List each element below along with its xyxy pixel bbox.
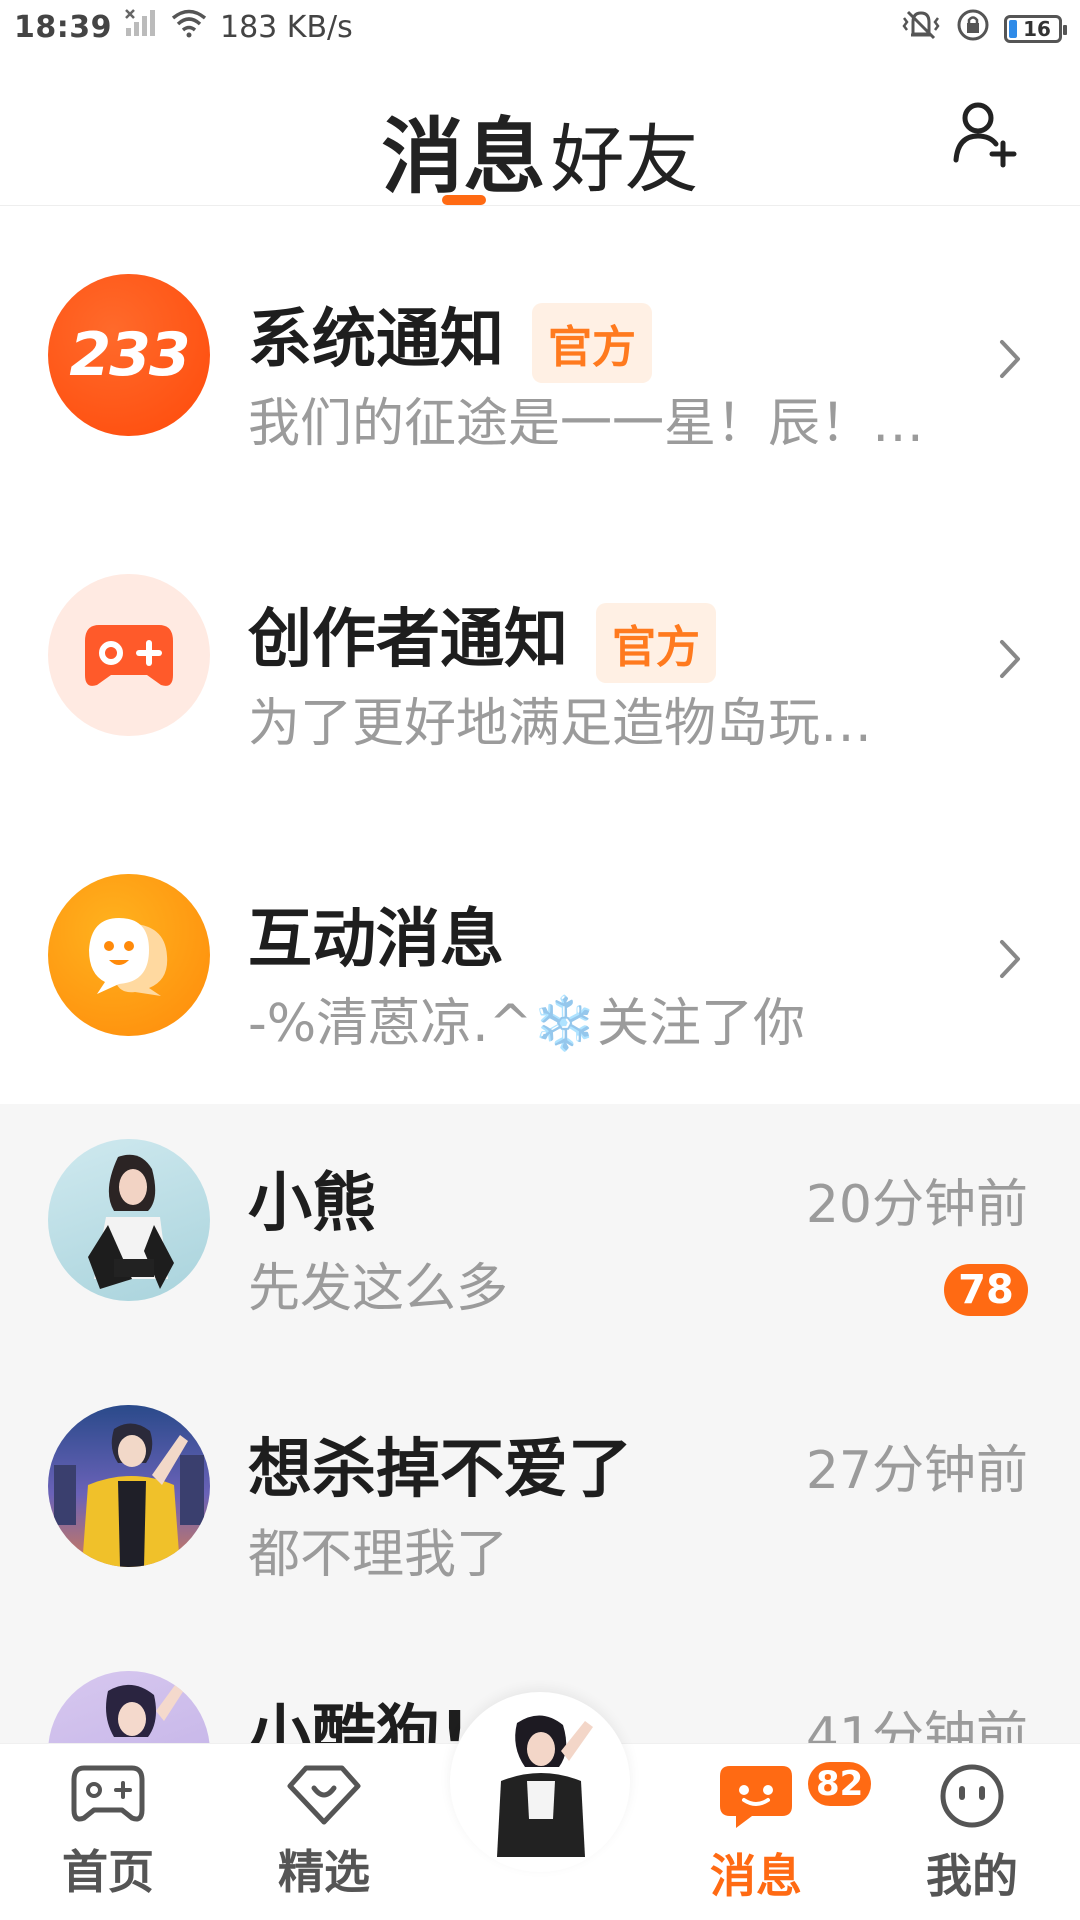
chat-time: 20分钟前 xyxy=(805,1175,1028,1235)
item-title: 系统通知 官方 xyxy=(248,288,652,384)
chevron-right-icon xyxy=(1000,340,1020,378)
tab-bar: 消息 好友 xyxy=(0,90,1080,209)
status-right: 16 xyxy=(900,8,1067,50)
avatar-figure xyxy=(88,1154,174,1289)
item-title-text: 创作者通知 xyxy=(248,603,568,677)
nav-profile[interactable]: 我的 xyxy=(892,1762,1052,1906)
nav-messages-badge: 82 xyxy=(808,1762,872,1806)
bottom-nav: 首页 精选 82 消息 我的 xyxy=(0,1692,1080,1920)
creator-avatar xyxy=(48,574,210,736)
logo-233: 233 xyxy=(48,274,210,436)
avatar-figure xyxy=(54,1423,204,1567)
heart-diamond-icon xyxy=(287,1765,361,1825)
logo-233-text: 233 xyxy=(69,320,190,390)
avatar xyxy=(48,1405,210,1567)
chat-last-message: 先发这么多 xyxy=(248,1259,509,1319)
message-list: 233 系统通知官方 我们的征途是一一星！辰！… 创作者通知官方 为了更好地 xyxy=(0,206,1080,1902)
item-title: 创作者通知 官方 xyxy=(248,588,716,684)
message-icon xyxy=(720,1766,792,1828)
item-title: 互动消息 xyxy=(248,903,504,977)
nav-center-avatar[interactable] xyxy=(450,1692,630,1872)
smile-chat-icon xyxy=(89,918,168,996)
avatar xyxy=(48,1139,210,1301)
face-icon xyxy=(940,1764,1004,1828)
tab-friends[interactable]: 好友 xyxy=(551,100,699,207)
nav-messages[interactable]: 82 消息 xyxy=(676,1762,872,1906)
nav-home-label: 首页 xyxy=(62,1845,154,1899)
status-bar: 18:39 183 KB/s 16 xyxy=(0,0,1080,56)
nav-featured[interactable]: 精选 xyxy=(244,1762,404,1902)
item-subtitle: 我们的征途是一一星！辰！… xyxy=(248,394,925,454)
nav-home[interactable]: 首页 xyxy=(28,1762,188,1902)
add-friend-button[interactable] xyxy=(950,98,1020,168)
wifi-icon xyxy=(170,8,208,46)
battery-indicator: 16 xyxy=(1004,15,1067,43)
nav-featured-label: 精选 xyxy=(278,1845,370,1899)
signal-icon xyxy=(124,8,158,46)
gamepad-icon xyxy=(71,1765,145,1822)
avatar xyxy=(497,1715,593,1857)
nav-messages-label: 消息 xyxy=(710,1849,802,1903)
chat-item[interactable]: 想杀掉不爱了 都不理我了 27分钟前 xyxy=(0,1370,1080,1636)
list-item-creator-notice[interactable]: 创作者通知 官方 为了更好地满足造物岛玩… xyxy=(0,506,1080,806)
tab-messages[interactable]: 消息 xyxy=(381,90,545,209)
nav-profile-label: 我的 xyxy=(926,1849,1018,1903)
chat-time: 27分钟前 xyxy=(805,1441,1028,1501)
chat-last-message: 都不理我了 xyxy=(248,1525,509,1585)
unread-count-badge: 78 xyxy=(944,1264,1028,1316)
header: 消息 好友 xyxy=(0,60,1080,206)
chat-name: 小熊 xyxy=(248,1167,376,1241)
chat-name: 想杀掉不爱了 xyxy=(248,1433,632,1507)
add-person-icon xyxy=(953,102,1017,168)
battery-level: 16 xyxy=(1023,17,1051,41)
gamepad-icon xyxy=(85,625,173,686)
official-badge: 官方 xyxy=(596,603,716,684)
network-speed: 183 KB/s xyxy=(220,9,353,45)
vibrate-icon xyxy=(900,8,942,50)
status-time: 18:39 xyxy=(14,9,112,45)
rotation-lock-icon xyxy=(956,8,990,50)
chat-item[interactable]: 小熊 先发这么多 20分钟前 78 xyxy=(0,1104,1080,1370)
status-left: 18:39 183 KB/s xyxy=(14,8,353,46)
chevron-right-icon xyxy=(1000,940,1020,978)
app-root: 18:39 183 KB/s 16 消息 好友 233 系统通知 官方 我们的征… xyxy=(0,0,1080,1920)
active-tab-indicator xyxy=(442,195,486,205)
chevron-right-icon xyxy=(1000,640,1020,678)
item-title-text: 系统通知 xyxy=(248,303,504,377)
official-badge: 官方 xyxy=(532,303,652,384)
item-subtitle: 为了更好地满足造物岛玩… xyxy=(248,694,873,754)
interaction-avatar xyxy=(48,874,210,1036)
list-item-interactions[interactable]: 互动消息 -%清蒽凉.^❄️关注了你 xyxy=(0,806,1080,1104)
list-item-system-notice[interactable]: 233 系统通知 官方 我们的征途是一一星！辰！… xyxy=(0,206,1080,506)
item-subtitle: -%清蒽凉.^❄️关注了你 xyxy=(248,994,806,1054)
